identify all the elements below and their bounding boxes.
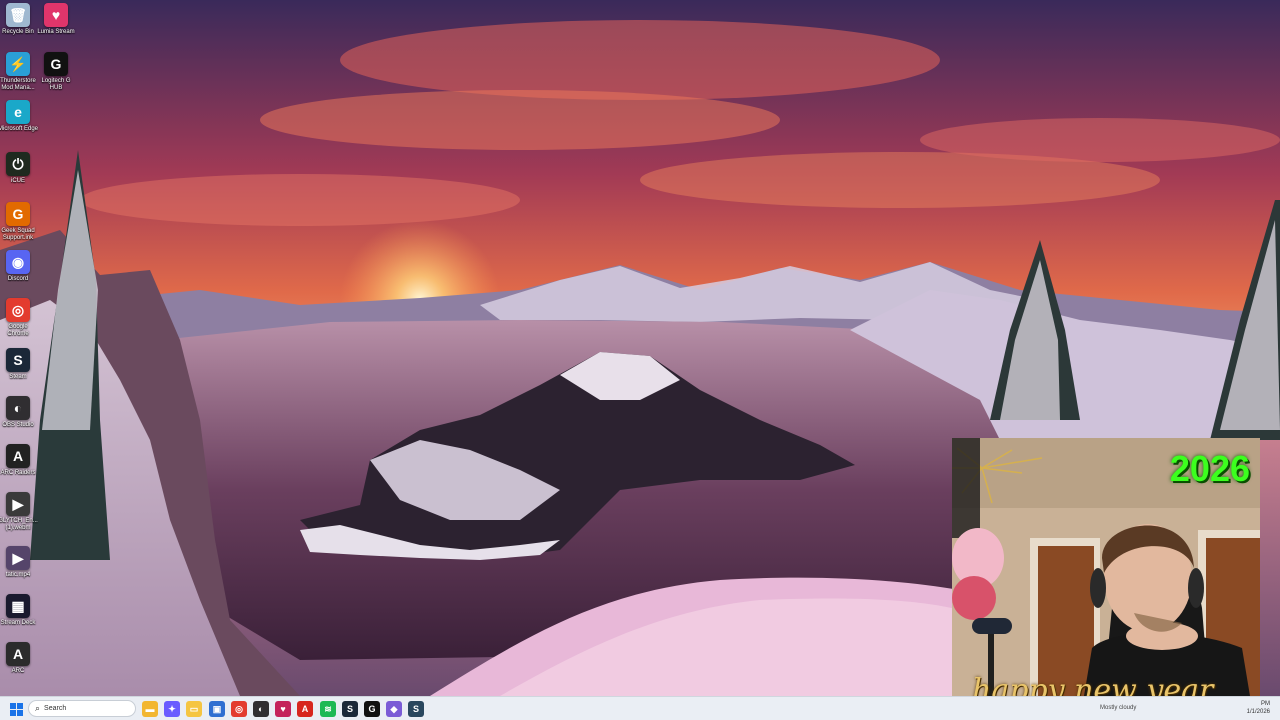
desktop-icon-label: iCUE (10, 178, 25, 184)
search-icon: ⌕ (35, 703, 41, 713)
desktop-icon[interactable]: ⚡ Thunderstore Mod Mana... (0, 52, 38, 92)
taskbar-app-folder[interactable]: ▭ (186, 701, 202, 717)
desktop-icon-label: OBS Studio (2, 422, 34, 428)
taskbar-app-obs[interactable]: ◐ (253, 701, 269, 717)
start-button[interactable] (8, 701, 24, 717)
logitech-ghub-icon: G (44, 52, 68, 76)
system-tray: Mostly cloudy PM 1/1/2026 (1100, 697, 1280, 720)
windows-logo-icon (9, 702, 23, 716)
desktop-icon-label: Discord (7, 276, 29, 282)
streamlabs-icon: ◆ (390, 703, 398, 714)
desktop-icon[interactable]: G Logitech G HUB (36, 52, 76, 92)
desktop-icon[interactable]: 🗑 Recycle Bin (0, 3, 38, 36)
taskbar-app-logitech[interactable]: G (364, 701, 380, 717)
desktop-icon[interactable]: S Steam (0, 348, 38, 381)
taskbar-app-file-explorer[interactable]: ▬ (142, 701, 158, 717)
desktop-icon[interactable]: ♥ Lumia Stream (36, 3, 76, 36)
desktop-icon-label: Stream Deck (0, 620, 36, 626)
desktop-icon-label: Recycle Bin (2, 29, 34, 35)
geek-squad-icon: G (6, 202, 30, 226)
desktop-icon[interactable]: ⏻ iCUE (0, 152, 38, 185)
desktop-icon[interactable]: G Geek Squad Support.ink (0, 202, 38, 242)
desktop-icon-label: Thunderstore Mod Mana... (0, 78, 36, 91)
desktop-icon-label: Steam (9, 374, 27, 380)
desktop-icon[interactable]: ▶ tatic.mp4 (0, 546, 38, 579)
desktop-icon[interactable]: A ARC Raiders (0, 444, 38, 477)
taskbar-app-adobe[interactable]: A (297, 701, 313, 717)
desktop-icon[interactable]: ◉ Discord (0, 250, 38, 283)
spotify-icon: ≋ (324, 703, 332, 714)
edge-icon: e (6, 100, 30, 124)
arc-icon: A (6, 642, 30, 666)
weather-widget[interactable]: Mostly cloudy (1100, 705, 1136, 711)
copilot-icon: ✦ (168, 703, 176, 714)
taskbar: ⌕ Search ▬ ✦ ▭ ▣ ◎ ◐ ♥ A ≋ S G ◆ S Mostly cloudy PM … (0, 696, 1280, 720)
obs-icon: ◐ (258, 704, 264, 714)
desktop-icon-label: Microsoft Edge (0, 126, 39, 132)
taskbar-app-streamlabs[interactable]: ◆ (386, 701, 402, 717)
stream-deck-icon: ▦ (6, 594, 30, 618)
recycle-bin-icon: 🗑 (6, 3, 30, 27)
folder-icon: ▭ (189, 703, 199, 714)
desktop-icon-label: Logitech G HUB (41, 78, 71, 91)
taskbar-app-chrome[interactable]: ◎ (231, 701, 247, 717)
desktop-icon-label: tatic.mp4 (5, 572, 31, 578)
desktop: 🗑 Recycle Bin ⚡ Thunderstore Mod Mana... e Mi… (0, 0, 1280, 720)
discord-icon: ◉ (6, 250, 30, 274)
clock-time: PM (1261, 701, 1270, 707)
desktop-icon-label: Lumia Stream (37, 29, 75, 35)
store-icon: ▣ (212, 703, 222, 714)
desktop-icon-label: Geek Squad Support.ink (1, 228, 35, 241)
adobe-icon: A (301, 704, 309, 714)
icue-icon: ⏻ (6, 152, 30, 176)
desktop-icon-label: GLYTCH_En... (1).webm (0, 518, 38, 531)
desktop-icon-label: Google Chrome (7, 324, 29, 337)
obs-icon: ◐ (6, 396, 30, 420)
lumia-stream-icon: ♥ (280, 704, 286, 714)
taskbar-app-steam[interactable]: S (342, 701, 358, 717)
logitech-ghub-icon: G (368, 704, 376, 714)
desktop-icon[interactable]: ▦ Stream Deck (0, 594, 38, 627)
taskbar-clock[interactable]: PM 1/1/2026 (1247, 700, 1270, 716)
video-file-icon: ▶ (6, 546, 30, 570)
lumia-stream-icon: ♥ (44, 3, 68, 27)
search-placeholder: Search (44, 705, 67, 712)
file-explorer-icon: ▬ (145, 704, 155, 714)
taskbar-search-box[interactable]: ⌕ Search (28, 700, 136, 717)
new-year-2026-text: 2026 (1169, 448, 1250, 489)
steam-icon: S (346, 704, 353, 714)
desktop-icon[interactable]: ◎ Google Chrome (0, 298, 38, 338)
steam-icon: S (412, 704, 419, 714)
taskbar-app-copilot[interactable]: ✦ (164, 701, 180, 717)
desktop-icon[interactable]: e Microsoft Edge (0, 100, 38, 133)
desktop-icon[interactable]: A ARC (0, 642, 38, 675)
taskbar-app-lumia[interactable]: ♥ (275, 701, 291, 717)
desktop-icon-label: ARC Raiders (0, 470, 36, 476)
taskbar-app-steam-2[interactable]: S (408, 701, 424, 717)
video-file-icon: ▶ (6, 492, 30, 516)
arc-raiders-icon: A (6, 444, 30, 468)
clock-date: 1/1/2026 (1246, 709, 1270, 715)
desktop-icon[interactable]: ▶ GLYTCH_En... (1).webm (0, 492, 38, 532)
chrome-icon: ◎ (235, 703, 243, 714)
steam-icon: S (6, 348, 30, 372)
thunderstore-icon: ⚡ (6, 52, 30, 76)
chrome-icon: ◎ (6, 298, 30, 322)
desktop-icon[interactable]: ◐ OBS Studio (0, 396, 38, 429)
taskbar-app-spotify[interactable]: ≋ (320, 701, 336, 717)
webcam-overlay: 2026 happy new year (952, 438, 1260, 708)
desktop-icon-label: ARC (11, 668, 25, 674)
taskbar-app-store[interactable]: ▣ (209, 701, 225, 717)
